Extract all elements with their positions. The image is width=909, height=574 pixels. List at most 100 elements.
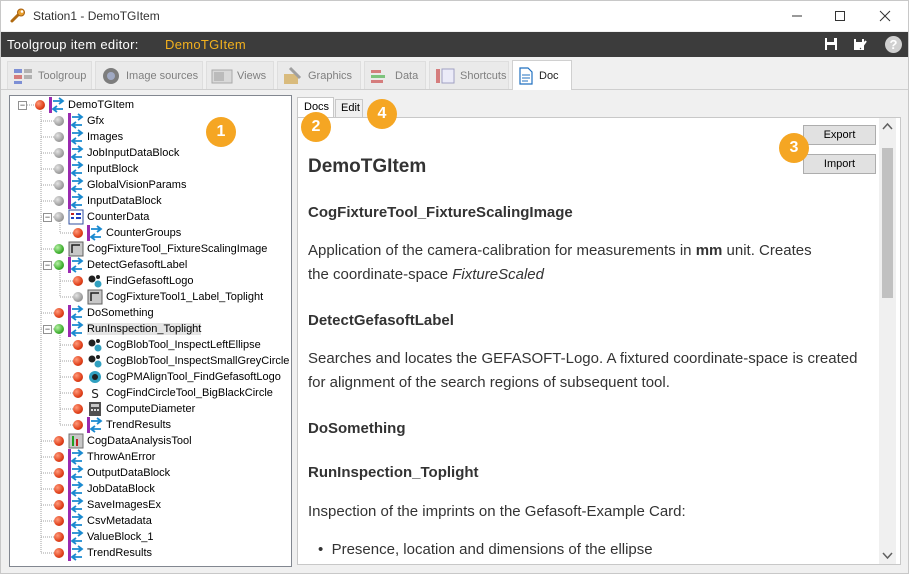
tab-graphics[interactable]: Graphics <box>277 61 361 89</box>
tree-node[interactable]: Gfx <box>54 113 104 129</box>
tree-node-label: SaveImagesEx <box>87 499 161 511</box>
subtab-edit[interactable]: Edit <box>335 99 363 117</box>
collapse-toggle[interactable]: − <box>43 261 52 270</box>
text-run: unit. Creates <box>722 242 812 259</box>
tree-node[interactable]: CounterData <box>54 209 149 225</box>
blob-tool-icon <box>88 354 102 368</box>
help-icon[interactable]: ? <box>884 35 903 54</box>
tree-node-label: CogFixtureTool_FixtureScalingImage <box>87 243 268 255</box>
tree-node[interactable]: RunInspection_Toplight <box>54 321 202 337</box>
status-red-icon <box>73 372 83 382</box>
tree-node[interactable]: S CogFindCircleTool_BigBlackCircle <box>73 385 273 401</box>
status-gray-icon <box>54 212 64 222</box>
doc-scrollbar[interactable] <box>879 118 896 564</box>
collapse-toggle[interactable]: − <box>18 101 27 110</box>
tree-node-label: CogFindCircleTool_BigBlackCircle <box>106 387 273 399</box>
text-run: Application of the camera-calibration fo… <box>308 242 696 259</box>
tree-node[interactable]: FindGefasoftLogo <box>73 273 193 289</box>
tool-arrow-icon <box>68 305 84 321</box>
tree-node[interactable]: CogBlobTool_InspectSmallGreyCircle <box>73 353 289 369</box>
save-icon[interactable] <box>823 36 839 52</box>
tree-node[interactable]: ValueBlock_1 <box>54 529 153 545</box>
status-red-icon <box>73 340 83 350</box>
toolgroup-tree[interactable]: DemoTGItem − Gfx Images JobInputDataBlock Inp… <box>9 95 292 567</box>
tree-node[interactable]: DoSomething <box>54 305 154 321</box>
tree-node[interactable]: TrendResults <box>73 417 171 433</box>
tool-arrow-icon <box>49 97 65 113</box>
save-as-icon[interactable] <box>852 36 868 52</box>
status-red-icon <box>54 308 64 318</box>
scroll-up-icon[interactable] <box>882 122 893 130</box>
close-icon <box>879 10 891 22</box>
status-gray-icon <box>54 180 64 190</box>
bullet-item: • Presence, location and dimensions of t… <box>318 541 653 558</box>
graphics-icon <box>284 66 302 84</box>
maximize-button[interactable] <box>817 1 863 31</box>
tree-node[interactable]: CsvMetadata <box>54 513 152 529</box>
views-icon <box>211 69 233 83</box>
section-text: Inspection of the imprints on the Gefaso… <box>308 503 686 520</box>
text-italic: FixtureScaled <box>452 266 544 283</box>
tree-node[interactable]: DemoTGItem <box>35 97 134 113</box>
status-gray-icon <box>73 292 83 302</box>
title-bar[interactable]: Station1 - DemoTGItem <box>1 1 908 31</box>
section-text: Searches and locates the GEFASOFT-Logo. … <box>308 350 858 391</box>
tree-node[interactable]: Images <box>54 129 123 145</box>
status-green-icon <box>54 260 64 270</box>
collapse-toggle[interactable]: − <box>43 325 52 334</box>
minimize-button[interactable] <box>774 1 820 31</box>
camera-lens-icon <box>103 67 119 84</box>
tree-node[interactable]: CogDataAnalysisTool <box>54 433 192 449</box>
tree-node-label: RunInspection_Toplight <box>87 323 202 335</box>
status-red-icon <box>54 500 64 510</box>
wrench-icon <box>10 8 25 23</box>
collapse-toggle[interactable]: − <box>43 213 52 222</box>
close-button[interactable] <box>862 1 908 31</box>
tab-label: Toolgroup <box>38 69 87 82</box>
export-button[interactable]: Export <box>803 125 876 145</box>
tree-node[interactable]: DetectGefasoftLabel <box>54 257 187 273</box>
text-bold: mm <box>695 242 723 259</box>
tool-arrow-icon <box>68 513 84 529</box>
tree-node[interactable]: TrendResults <box>54 545 152 561</box>
tree-node[interactable]: CogFixtureTool_FixtureScalingImage <box>54 241 267 257</box>
tab-image-sources[interactable]: Image sources <box>95 61 203 89</box>
tree-node[interactable]: CogBlobTool_InspectLeftEllipse <box>73 337 261 353</box>
status-red-icon <box>73 356 83 366</box>
tree-node[interactable]: JobDataBlock <box>54 481 155 497</box>
import-button[interactable]: Import <box>803 154 876 174</box>
tab-shortcuts[interactable]: Shortcuts <box>429 61 509 89</box>
tree-node[interactable]: GlobalVisionParams <box>54 177 186 193</box>
maximize-icon <box>835 11 845 21</box>
editor-item-name: DemoTGItem <box>165 37 247 52</box>
tree-node-label: ComputeDiameter <box>106 403 196 415</box>
doc-viewer[interactable]: DemoTGItem CogFixtureTool_FixtureScaling… <box>297 117 901 565</box>
tool-arrow-icon <box>87 225 103 241</box>
bullet-glyph: • <box>318 541 332 558</box>
tab-doc[interactable]: Doc <box>512 60 572 90</box>
tree-node[interactable]: CounterGroups <box>73 225 181 241</box>
tab-toolgroup[interactable]: Toolgroup <box>7 61 92 89</box>
scroll-down-icon[interactable] <box>882 552 893 560</box>
tree-node[interactable]: CogFixtureTool1_Label_Toplight <box>73 289 263 305</box>
data-analysis-icon <box>68 433 84 449</box>
tab-label: Graphics <box>308 69 353 82</box>
tree-node[interactable]: CogPMAlignTool_FindGefasoftLogo <box>73 369 281 385</box>
tree-node[interactable]: OutputDataBlock <box>54 465 170 481</box>
tree-node[interactable]: SaveImagesEx <box>54 497 161 513</box>
tree-node[interactable]: ThrowAnError <box>54 449 155 465</box>
status-red-icon <box>54 548 64 558</box>
tree-node[interactable]: InputDataBlock <box>54 193 162 209</box>
tab-views[interactable]: Views <box>206 61 274 89</box>
tab-data[interactable]: Data <box>364 61 426 89</box>
document-icon <box>519 66 533 85</box>
tool-arrow-icon <box>68 481 84 497</box>
tree-node[interactable]: JobInputDataBlock <box>54 145 179 161</box>
tree-node[interactable]: InputBlock <box>54 161 138 177</box>
scroll-thumb[interactable] <box>882 148 893 298</box>
tool-arrow-icon <box>68 113 84 129</box>
window-title: Station1 - DemoTGItem <box>33 9 160 23</box>
tree-node[interactable]: ComputeDiameter <box>73 401 195 417</box>
section-heading: CogFixtureTool_FixtureScalingImage <box>308 204 573 221</box>
data-icon <box>371 69 385 83</box>
